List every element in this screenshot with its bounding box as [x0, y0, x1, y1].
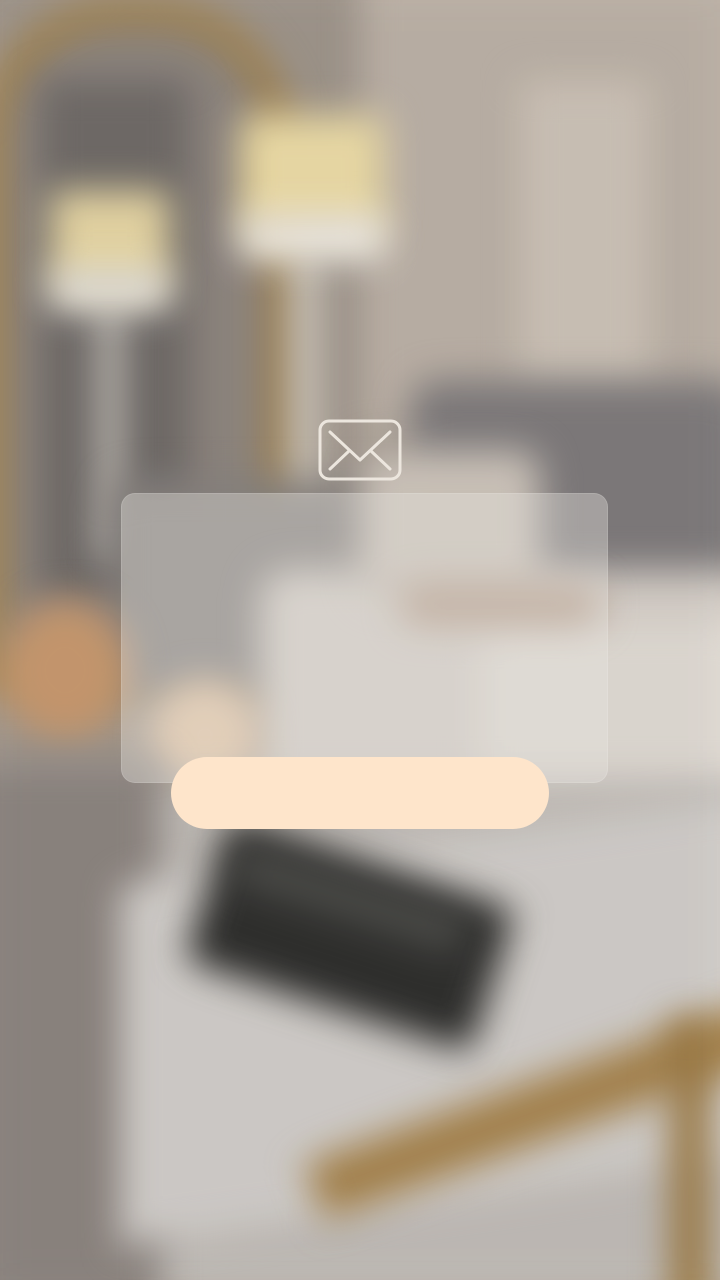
action-button[interactable] [171, 757, 549, 829]
message-card [121, 493, 608, 783]
envelope-icon [318, 419, 402, 481]
screen [0, 0, 720, 1280]
